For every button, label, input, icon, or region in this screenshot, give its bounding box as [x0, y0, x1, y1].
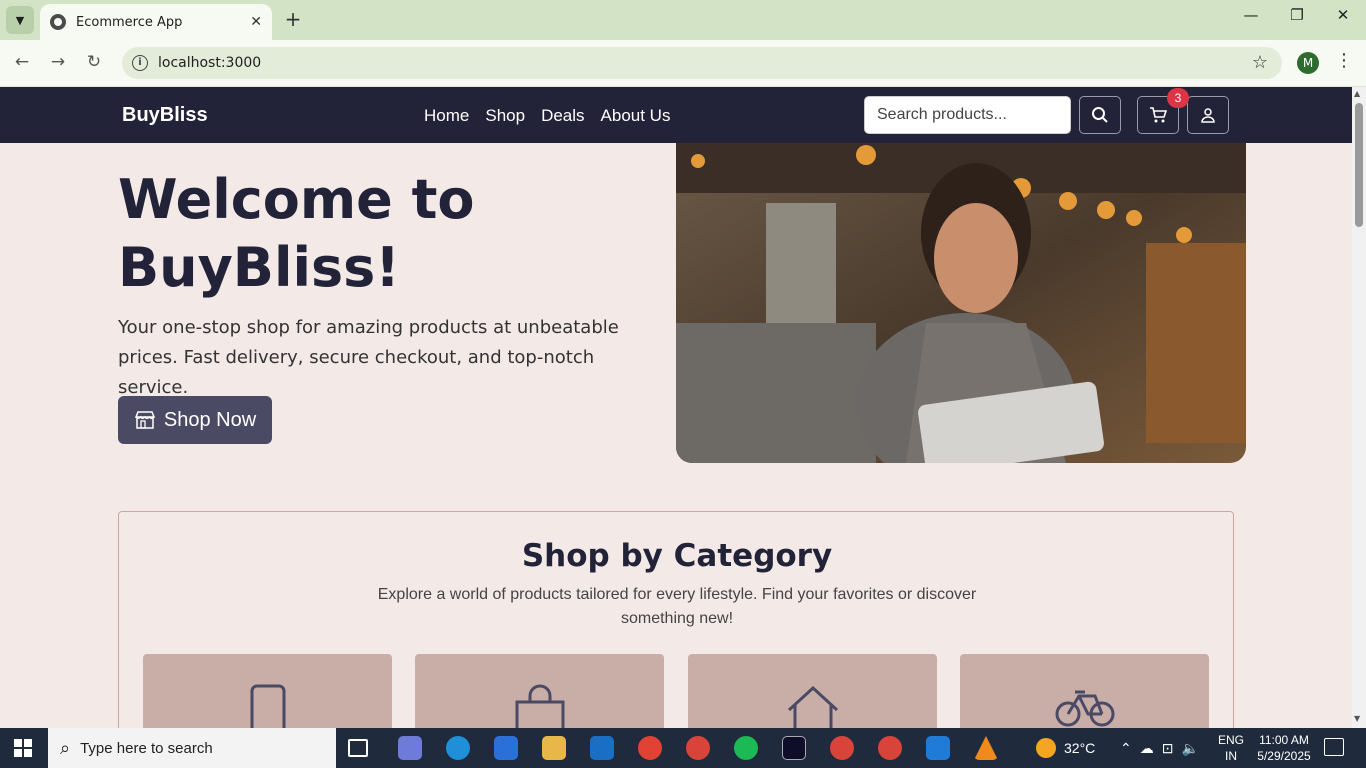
browser-tab[interactable]: Ecommerce App ✕ [40, 4, 272, 40]
cloud-icon[interactable]: ☁ [1140, 740, 1154, 757]
windows-taskbar: ⌕ Type here to search 32°C ⌃ ☁ ⊡ 🔈 ENG I… [0, 728, 1366, 768]
close-window-button[interactable]: ✕ [1320, 6, 1366, 24]
shop-now-button[interactable]: Shop Now [118, 396, 272, 444]
outlook-icon[interactable] [590, 736, 614, 760]
file-explorer-icon[interactable] [542, 736, 566, 760]
profile-avatar[interactable]: M [1297, 52, 1319, 74]
search-button[interactable] [1079, 96, 1121, 134]
nav-home[interactable]: Home [424, 106, 469, 126]
chrome-active-icon[interactable] [878, 736, 902, 760]
search-input[interactable] [864, 96, 1071, 134]
bicycle-icon [1055, 690, 1114, 727]
volume-icon[interactable]: 🔈 [1181, 740, 1198, 757]
category-description: Explore a world of products tailored for… [377, 586, 977, 627]
scroll-up-icon[interactable]: ▲ [1354, 89, 1360, 98]
cart-icon [1150, 107, 1167, 123]
chrome-profile-icon[interactable] [686, 736, 710, 760]
restore-button[interactable]: ❐ [1274, 6, 1320, 24]
url-text: localhost:3000 [158, 55, 262, 71]
scroll-thumb[interactable] [1355, 103, 1363, 227]
forward-button[interactable]: → [46, 52, 70, 72]
back-button[interactable]: ← [10, 52, 34, 72]
shop-now-label: Shop Now [163, 408, 257, 431]
hero-subtitle: Your one-stop shop for amazing products … [118, 317, 619, 398]
windows-start-icon[interactable] [14, 739, 32, 757]
clock-time: 11:00 AM [1259, 733, 1309, 747]
store-icon[interactable] [494, 736, 518, 760]
task-view-icon[interactable] [348, 739, 368, 757]
chevron-up-icon[interactable]: ⌃ [1120, 740, 1132, 757]
cart-count-badge: 3 [1167, 88, 1189, 108]
weather-sun-icon [1036, 738, 1056, 758]
spotify-icon[interactable] [734, 736, 758, 760]
scroll-down-icon[interactable]: ▼ [1354, 714, 1360, 723]
chrome-icon[interactable] [830, 736, 854, 760]
edge-icon[interactable] [446, 736, 470, 760]
notifications-icon[interactable] [1324, 738, 1344, 756]
account-button[interactable] [1187, 96, 1229, 134]
address-bar[interactable]: i localhost:3000 ☆ [122, 47, 1282, 79]
weather-widget[interactable]: 32°C [1036, 728, 1095, 768]
clock[interactable]: 11:00 AM 5/29/2025 [1254, 732, 1314, 768]
hero-title: Welcome to BuyBliss! [118, 168, 475, 299]
storefront-icon [134, 411, 155, 429]
bookmark-star-icon[interactable]: ☆ [1252, 52, 1268, 73]
nav-deals[interactable]: Deals [541, 106, 584, 126]
vscode-icon[interactable] [926, 736, 950, 760]
minimize-button[interactable]: — [1228, 6, 1274, 24]
shopping-bag-icon [515, 684, 564, 734]
vlc-icon[interactable] [974, 736, 998, 760]
brand-logo[interactable]: BuyBliss [122, 104, 208, 127]
hero-image [676, 143, 1246, 463]
close-tab-icon[interactable]: ✕ [250, 14, 262, 30]
site-info-icon[interactable]: i [132, 55, 148, 71]
language-code: ENG [1218, 733, 1245, 747]
search-icon [1092, 107, 1108, 123]
taskbar-search-box[interactable]: ⌕ Type here to search [48, 728, 336, 768]
region-code: IN [1225, 749, 1237, 763]
category-section: Shop by Category Explore a world of prod… [118, 511, 1234, 754]
weather-temp: 32°C [1064, 740, 1096, 756]
browser-tab-bar: ▼ Ecommerce App ✕ + — ❐ ✕ [0, 0, 1366, 40]
search-icon: ⌕ [60, 737, 71, 759]
clock-date: 5/29/2025 [1257, 749, 1311, 763]
site-header: BuyBliss Home Shop Deals About Us [0, 87, 1352, 143]
language-indicator[interactable]: ENG IN [1218, 732, 1244, 768]
system-tray-icons[interactable]: ⌃ ☁ ⊡ 🔈 [1120, 728, 1199, 768]
main-nav: Home Shop Deals About Us [424, 106, 670, 126]
category-title: Shop by Category [521, 538, 833, 574]
reload-button[interactable]: ↻ [82, 52, 106, 72]
tab-title: Ecommerce App [76, 14, 183, 30]
chrome-icon[interactable] [638, 736, 662, 760]
page-scrollbar[interactable]: ▲ ▼ [1352, 87, 1366, 728]
menu-kebab-icon[interactable]: ⋮ [1335, 50, 1353, 71]
copilot-icon[interactable] [398, 736, 422, 760]
phone-icon [250, 684, 285, 734]
nav-about-us[interactable]: About Us [601, 106, 671, 126]
user-icon [1201, 108, 1215, 123]
new-tab-button[interactable]: + [282, 8, 304, 30]
home-icon [787, 685, 838, 734]
network-icon[interactable]: ⊡ [1162, 740, 1174, 757]
taskbar-search-placeholder: Type here to search [80, 739, 213, 757]
terminal-icon[interactable] [782, 736, 806, 760]
globe-icon [50, 14, 66, 30]
tab-search-button[interactable]: ▼ [6, 6, 34, 34]
browser-toolbar: ← → ↻ i localhost:3000 ☆ M ⋮ [0, 40, 1366, 87]
nav-shop[interactable]: Shop [485, 106, 525, 126]
